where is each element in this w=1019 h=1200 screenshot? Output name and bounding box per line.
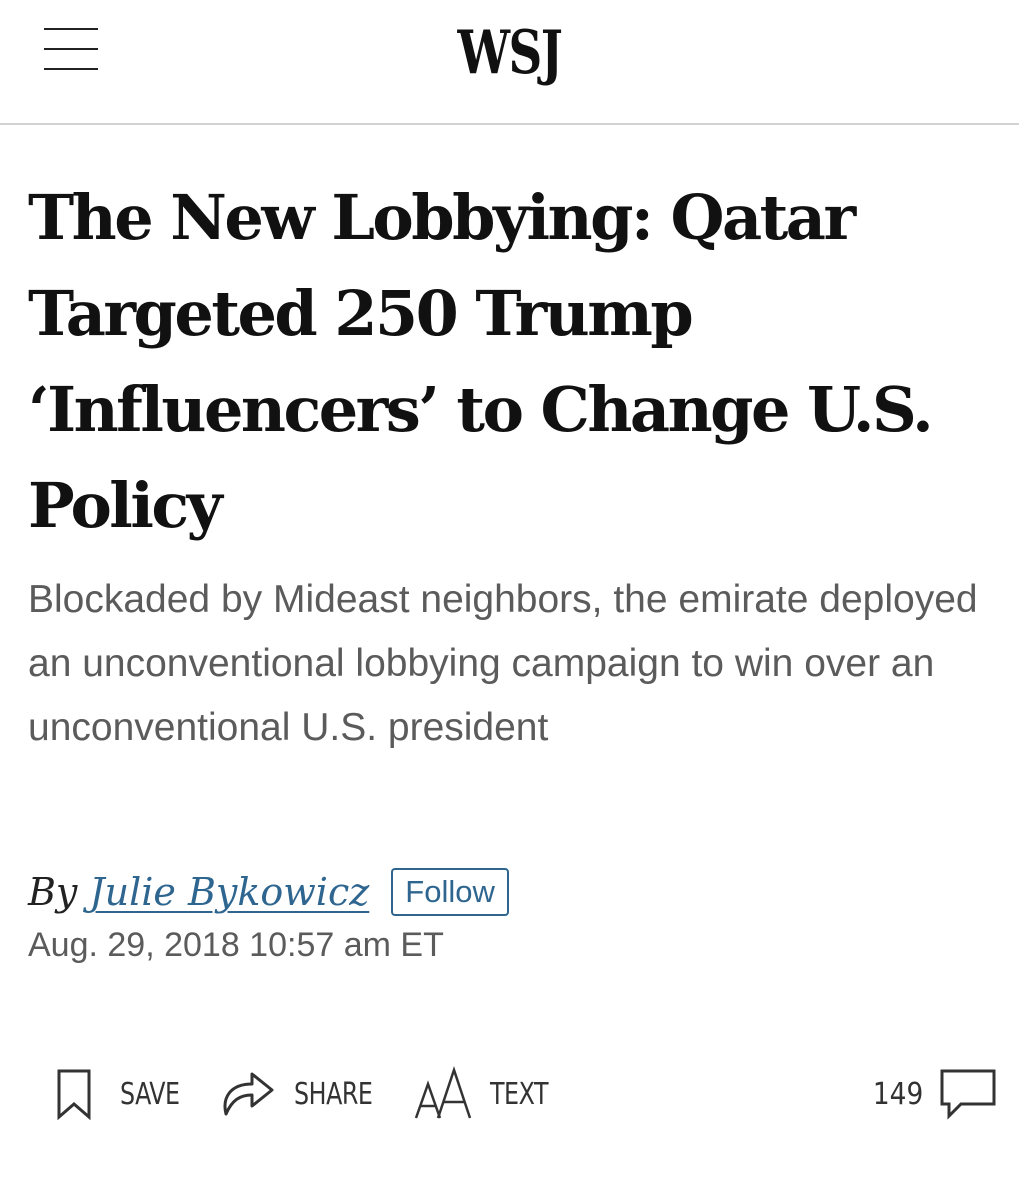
comments-count: 149 [872, 1076, 924, 1112]
article-headline: The New Lobbying: Qatar Targeted 250 Tru… [28, 181, 934, 542]
share-button[interactable]: SHARE [218, 1058, 383, 1130]
article-toolbar: SAVE SHARE TEXT 149 [0, 1058, 1019, 1130]
save-label: SAVE [120, 1076, 180, 1112]
top-navigation-bar: WSJ [0, 0, 1019, 125]
wsj-logo[interactable]: WSJ [112, 18, 907, 88]
share-label: SHARE [294, 1076, 373, 1112]
hamburger-menu-icon[interactable] [44, 28, 100, 74]
share-arrow-icon [223, 1072, 274, 1116]
comment-bubble-icon [940, 1069, 996, 1120]
article-dek: Blockaded by Mideast neighbors, the emir… [28, 578, 978, 749]
text-label: TEXT [490, 1076, 549, 1112]
publish-timestamp: Aug. 29, 2018 10:57 am ET [28, 926, 444, 964]
text-size-icon [414, 1066, 472, 1119]
bookmark-icon [57, 1069, 91, 1120]
follow-button[interactable]: Follow [391, 868, 509, 916]
comments-button[interactable]: 149 [866, 1058, 997, 1130]
byline-prefix: By [28, 870, 78, 914]
byline: By Julie Bykowicz Follow [28, 864, 509, 920]
save-button[interactable]: SAVE [56, 1058, 188, 1130]
text-size-button[interactable]: TEXT [412, 1058, 556, 1130]
author-link[interactable]: Julie Bykowicz [89, 870, 369, 914]
